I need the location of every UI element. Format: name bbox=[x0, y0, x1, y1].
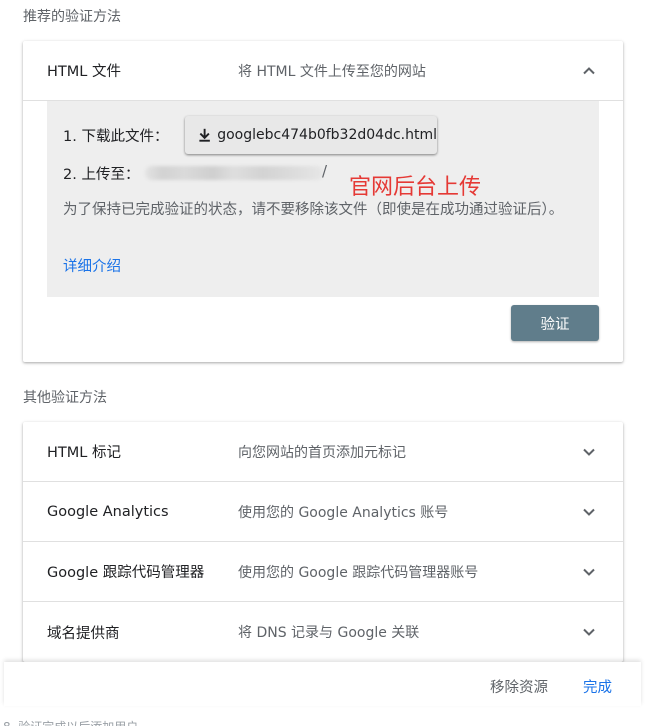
annotation-text: 官网后台上传 bbox=[349, 175, 482, 200]
method-row-domain-provider[interactable]: 域名提供商 将 DNS 记录与 Google 关联 bbox=[23, 602, 623, 662]
method-description: 向您网站的首页添加元标记 bbox=[238, 444, 406, 461]
verification-page: 推荐的验证方法 HTML 文件 将 HTML 文件上传至您的网站 1. 下载此文… bbox=[0, 0, 668, 726]
other-methods-card: HTML 标记 向您网站的首页添加元标记 Google Analytics 使用… bbox=[23, 422, 623, 662]
upload-path-suffix: / bbox=[322, 162, 328, 180]
learn-more-link[interactable]: 详细介绍 bbox=[63, 255, 121, 276]
chevron-up-icon[interactable] bbox=[581, 63, 597, 79]
method-description: 将 HTML 文件上传至您的网站 bbox=[238, 63, 426, 80]
remove-property-button[interactable]: 移除资源 bbox=[490, 676, 548, 697]
method-row-tag-manager[interactable]: Google 跟踪代码管理器 使用您的 Google 跟踪代码管理器账号 bbox=[23, 542, 623, 602]
keep-file-notice: 为了保持已完成验证的状态，请不要移除该文件（即使是在成功通过验证后）。 bbox=[63, 202, 564, 218]
method-description: 使用您的 Google Analytics 账号 bbox=[238, 504, 449, 521]
method-name: Google 跟踪代码管理器 bbox=[47, 565, 205, 581]
html-file-method-header[interactable]: HTML 文件 将 HTML 文件上传至您的网站 bbox=[23, 41, 623, 101]
method-name: HTML 标记 bbox=[47, 445, 121, 461]
step1-label: 1. 下载此文件： bbox=[63, 129, 169, 145]
dialog-footer: 移除资源 完成 bbox=[4, 662, 641, 706]
method-description: 将 DNS 记录与 Google 关联 bbox=[238, 625, 420, 641]
method-name: HTML 文件 bbox=[47, 64, 121, 80]
html-file-instructions-panel: 1. 下载此文件： googlebc474b0fb32d04dc.html 2.… bbox=[47, 101, 599, 297]
method-description: 使用您的 Google 跟踪代码管理器账号 bbox=[238, 564, 479, 581]
other-section-title: 其他验证方法 bbox=[23, 390, 107, 406]
done-button[interactable]: 完成 bbox=[583, 676, 612, 697]
method-row-html-tag[interactable]: HTML 标记 向您网站的首页添加元标记 bbox=[23, 422, 623, 482]
method-name: 域名提供商 bbox=[47, 625, 120, 642]
blurred-site-url bbox=[145, 166, 323, 180]
recommended-method-card: HTML 文件 将 HTML 文件上传至您的网站 1. 下载此文件： googl… bbox=[23, 41, 623, 362]
download-icon bbox=[199, 128, 210, 142]
next-step-caption: 8. 验证完成以后添加用户 bbox=[3, 718, 138, 726]
recommended-section-title: 推荐的验证方法 bbox=[23, 9, 121, 25]
method-row-google-analytics[interactable]: Google Analytics 使用您的 Google Analytics 账… bbox=[23, 482, 623, 542]
download-file-name: googlebc474b0fb32d04dc.html bbox=[217, 127, 437, 143]
chevron-down-icon[interactable] bbox=[581, 444, 597, 460]
method-name: Google Analytics bbox=[47, 503, 169, 520]
verify-button[interactable]: 验证 bbox=[511, 305, 599, 341]
step2-label: 2. 上传至： bbox=[63, 167, 140, 183]
download-file-button[interactable]: googlebc474b0fb32d04dc.html bbox=[185, 116, 437, 154]
chevron-down-icon[interactable] bbox=[581, 624, 597, 640]
chevron-down-icon[interactable] bbox=[581, 564, 597, 580]
chevron-down-icon[interactable] bbox=[581, 504, 597, 520]
